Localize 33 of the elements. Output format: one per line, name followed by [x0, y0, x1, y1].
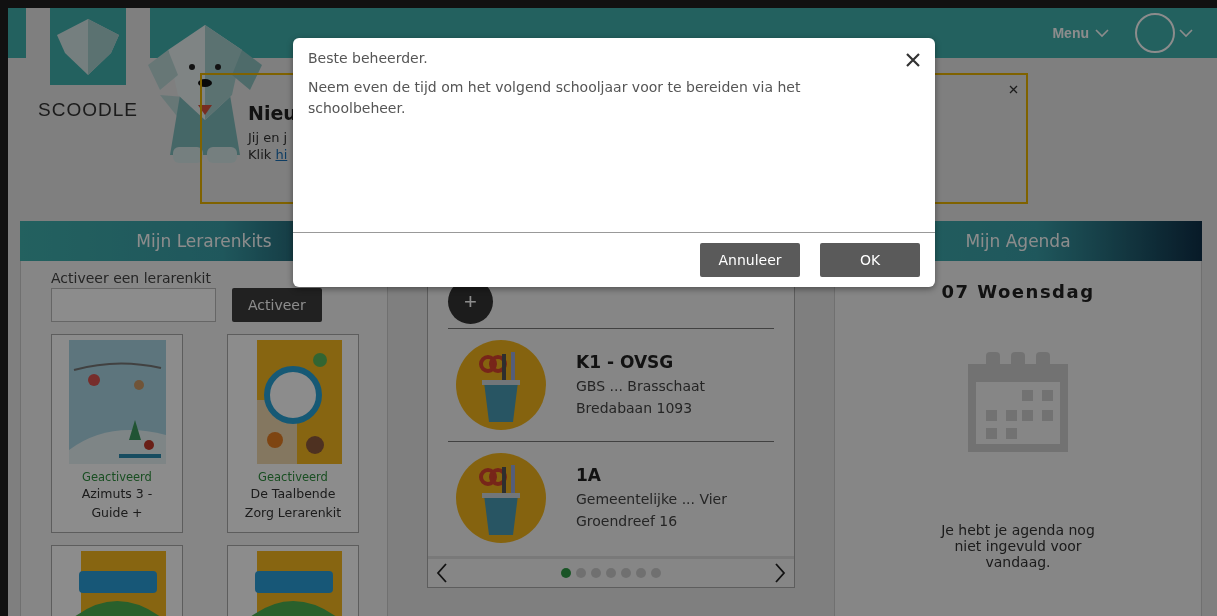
activate-button[interactable]: Activeer	[232, 288, 322, 322]
dialog-title: Beste beheerder.	[308, 50, 428, 66]
agenda-date: 07 Woensdag	[941, 281, 1095, 302]
account-avatar[interactable]	[1135, 13, 1193, 53]
input-field[interactable]	[51, 288, 216, 322]
school-address: Bredabaan 1093	[576, 398, 694, 418]
kit-title: De Taalbende Zorg Lerarenkit	[243, 485, 343, 522]
school-name: GBS ... Brasschaat	[576, 376, 706, 396]
chevron-down-icon	[1095, 28, 1109, 38]
chevron-right-icon[interactable]	[774, 563, 786, 583]
banner-link[interactable]: hi	[275, 147, 288, 162]
kit-status: Geactiveerd	[258, 470, 328, 484]
class-name[interactable]: 1A	[576, 464, 727, 485]
kit-status: Geactiveerd	[82, 470, 152, 484]
school-name: Gemeentelijke ... Vier	[576, 489, 727, 509]
close-icon[interactable]	[906, 53, 920, 67]
dialog-message: Neem even de tijd om het volgend schooljaar voor te bereiden via het schoolbeheer.	[308, 78, 802, 118]
kit-card[interactable]: Geactiveerd Azimuts 3 - Guide +	[51, 334, 183, 533]
empty-agenda-text: Je hebt je agenda nog niet ingevuld voor vandaag.	[939, 522, 1096, 570]
field-label: Activeer een lerarenkit	[51, 270, 212, 286]
logo-text: SCOODLE	[38, 99, 138, 121]
kit-card[interactable]: Geactiveerd De Taalbende Zorg Lerarenkit	[227, 334, 359, 533]
pencil-cup-icon	[456, 453, 546, 543]
chevron-left-icon[interactable]	[436, 563, 448, 583]
class-name[interactable]: K1 - OVSG	[576, 351, 706, 372]
kit-title: Azimuts 3 - Guide +	[80, 485, 154, 522]
pager-dot[interactable]	[561, 568, 571, 578]
chevron-down-icon	[1179, 28, 1193, 38]
ok-button[interactable]: OK	[820, 243, 920, 277]
pencil-cup-icon	[456, 340, 546, 430]
cancel-button[interactable]: Annuleer	[700, 243, 800, 277]
school-address: Groendreef 16	[576, 511, 679, 531]
banner-text: Jij en j	[248, 130, 289, 145]
